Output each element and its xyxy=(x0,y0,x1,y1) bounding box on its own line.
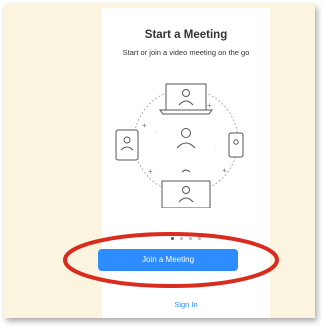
highlight-ellipse xyxy=(63,232,279,288)
